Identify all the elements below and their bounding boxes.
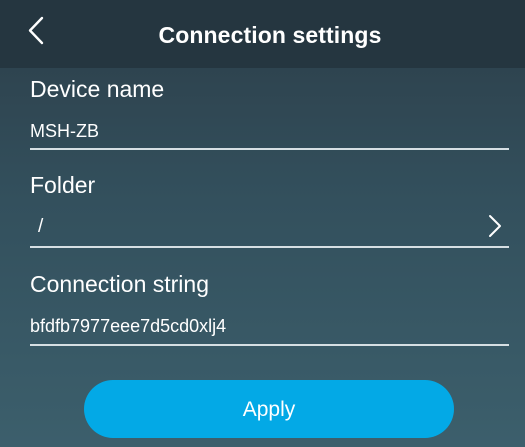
device-name-field[interactable]: MSH-ZB [30,121,99,142]
device-name-label: Device name [30,76,165,102]
header-bar: Connection settings [0,0,525,68]
folder-value: / [38,216,44,237]
connection-string-field[interactable]: bfdfb7977eee7d5cd0xlj4 [30,316,226,337]
folder-selector[interactable]: / [30,204,509,248]
device-name-underline [30,148,509,150]
apply-button[interactable]: Apply [84,380,454,438]
folder-underline [30,246,509,248]
connection-string-label: Connection string [30,271,209,297]
page-title: Connection settings [158,22,382,48]
chevron-right-icon [489,215,501,237]
connection-string-underline [30,344,509,346]
folder-label: Folder [30,172,96,198]
